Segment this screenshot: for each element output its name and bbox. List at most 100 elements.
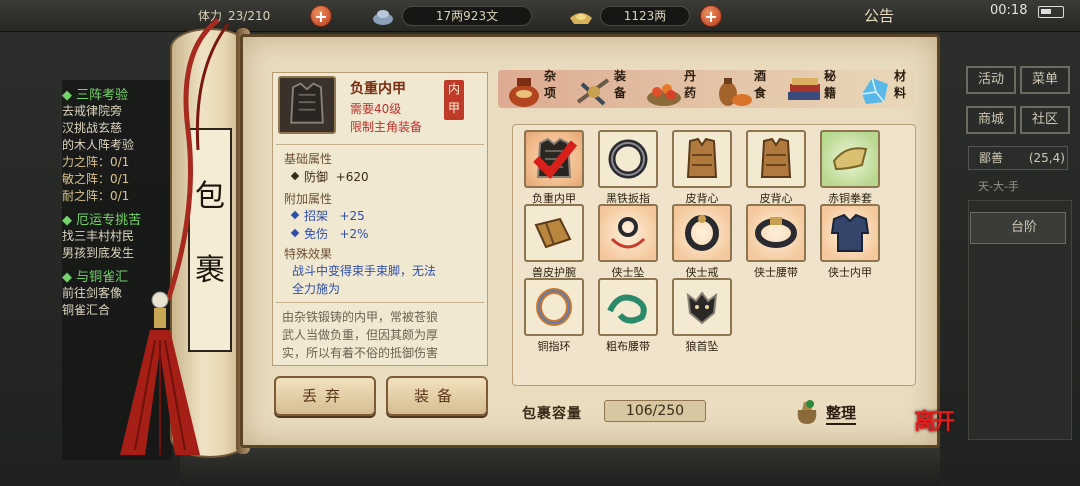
leave-button[interactable]: 离开 (914, 404, 955, 436)
book-icon (788, 78, 820, 100)
tab-equipment[interactable]: 装备 (574, 68, 646, 110)
tassel-ornament (120, 291, 200, 455)
ring-icon (685, 215, 719, 251)
inventory-slot[interactable]: 侠士坠 (598, 204, 658, 279)
quest-text: 的木人阵考验 (62, 138, 135, 152)
bag-icon[interactable] (792, 396, 822, 426)
tab-label: 丹药 (684, 69, 697, 100)
item-label: 狼首坠 (685, 340, 719, 353)
item-requirement: 需要40级 (350, 102, 402, 116)
leather-vest-icon (686, 137, 718, 178)
bottom-menu-strip (180, 446, 940, 486)
inventory-slot[interactable]: 侠士腰带 (746, 204, 806, 279)
capacity-label: 包裹容量 (522, 406, 582, 422)
bracer-icon (534, 217, 572, 249)
checkmark-icon (533, 140, 578, 179)
stair-list-item[interactable]: 台阶 (970, 212, 1066, 244)
tunic-icon (830, 213, 870, 252)
quest-progress: 耐之阵：0/1 (62, 189, 130, 203)
discard-button[interactable]: 丢弃 (274, 376, 376, 416)
gauntlet-icon (832, 147, 868, 171)
money-bag-icon (373, 10, 393, 25)
tab-food[interactable]: 酒食 (714, 68, 786, 110)
inventory-slot[interactable]: 兽皮护腕 (524, 204, 584, 279)
leather-vest-icon (760, 137, 792, 178)
money-display: 17两923文 (402, 6, 532, 26)
extra-attr-line: 免伤 +2% (290, 225, 369, 242)
tab-misc[interactable]: 杂项 (504, 68, 576, 110)
tab-label: 秘籍 (824, 69, 837, 100)
inventory-slot[interactable]: 负重内甲 (524, 130, 584, 205)
tab-pills[interactable]: 丹药 (644, 68, 716, 110)
quest-title[interactable]: ◆ 与铜雀汇 (62, 266, 172, 285)
item-restriction: 限制主角装备 (350, 120, 423, 134)
community-button[interactable]: 社区 (1020, 106, 1070, 134)
quest-title[interactable]: ◆ 三阵考验 (62, 84, 172, 103)
base-attr-title: 基础属性 (284, 152, 333, 166)
jar-icon (509, 78, 539, 107)
divider (276, 144, 484, 145)
inventory-slot[interactable]: 皮背心 (746, 130, 806, 205)
wolf-pendant-icon (686, 291, 718, 325)
quest-text: 去戒律院旁 (62, 104, 123, 118)
add-silver-button[interactable]: + (700, 5, 722, 27)
divider (276, 302, 484, 303)
cloth-belt-icon (607, 294, 647, 324)
ring-icon (536, 288, 572, 326)
battery-icon (1038, 6, 1064, 18)
item-label: 侠士腰带 (754, 266, 798, 279)
silver-ingot-icon (570, 13, 592, 24)
tassel-cord (165, 18, 230, 301)
item-label: 侠士内甲 (828, 266, 872, 279)
quest-text: 汉挑战玄慈 (62, 121, 123, 135)
weapon-icon (576, 78, 610, 106)
item-label: 粗布腰带 (606, 340, 650, 353)
item-label: 铜指环 (537, 340, 571, 353)
quest-progress: 力之阵：0/1 (62, 155, 130, 169)
bullet-icon (290, 171, 300, 181)
inventory-slot[interactable]: 黑铁扳指 (598, 130, 658, 205)
pendant-icon (610, 217, 646, 249)
region-indicator: 鄙善 (25,4) (968, 146, 1068, 170)
quest-title[interactable]: ◆ 厄运专挑苦 (62, 209, 172, 228)
item-slot-tag: 内甲 (444, 80, 464, 120)
capacity-value: 106/250 (604, 400, 706, 422)
quest-text: 找三丰村村民 (62, 229, 135, 243)
tab-label: 装备 (614, 69, 627, 100)
ring-icon (608, 139, 648, 179)
inventory-slot[interactable]: 狼首坠 (672, 278, 732, 353)
tab-manuals[interactable]: 秘籍 (784, 68, 856, 110)
equip-button[interactable]: 装备 (386, 376, 488, 416)
inventory-slot[interactable]: 粗布腰带 (598, 278, 658, 353)
bullet-icon (290, 228, 300, 238)
silver-display: 1123两 (600, 6, 690, 26)
add-stamina-button[interactable]: + (310, 5, 332, 27)
special-effect-text: 全力施为 (292, 282, 341, 296)
activity-button[interactable]: 活动 (966, 66, 1016, 94)
shop-button[interactable]: 商城 (966, 106, 1016, 134)
item-description: 由杂铁锻铸的内甲，常被苍狼 (282, 310, 439, 324)
tab-label: 材料 (894, 69, 907, 100)
inventory-slot[interactable]: 侠士内甲 (820, 204, 880, 279)
system-clock: 00:18 (990, 3, 1028, 18)
bullet-icon (290, 210, 300, 220)
quest-text: 男孩到底发生 (62, 246, 135, 260)
pill-icon (647, 84, 681, 106)
region-sub-label: 天-大-手 (978, 180, 1019, 193)
tab-materials[interactable]: 材料 (854, 68, 926, 110)
inventory-slot[interactable]: 铜指环 (524, 278, 584, 353)
menu-button[interactable]: 菜单 (1020, 66, 1070, 94)
base-attr-line: 防御 +620 (290, 168, 369, 185)
tidy-button[interactable]: 整理 (826, 402, 857, 425)
inventory-slot[interactable]: 侠士戒 (672, 204, 732, 279)
quest-progress: 敏之阵：0/1 (62, 172, 130, 186)
inventory-slot[interactable]: 赤铜拳套 (820, 130, 880, 205)
item-name: 负重内甲 (350, 81, 406, 97)
inventory-slot[interactable]: 皮背心 (672, 130, 732, 205)
special-effect-title: 特殊效果 (284, 247, 333, 261)
tab-label: 酒食 (754, 69, 767, 100)
special-effect-text: 战斗中变得束手束脚，无法 (292, 264, 437, 278)
notice-button[interactable]: 公告 (864, 5, 894, 26)
belt-icon (755, 217, 797, 248)
item-description: 武人当做负重，但因其颇为厚 (282, 328, 439, 342)
